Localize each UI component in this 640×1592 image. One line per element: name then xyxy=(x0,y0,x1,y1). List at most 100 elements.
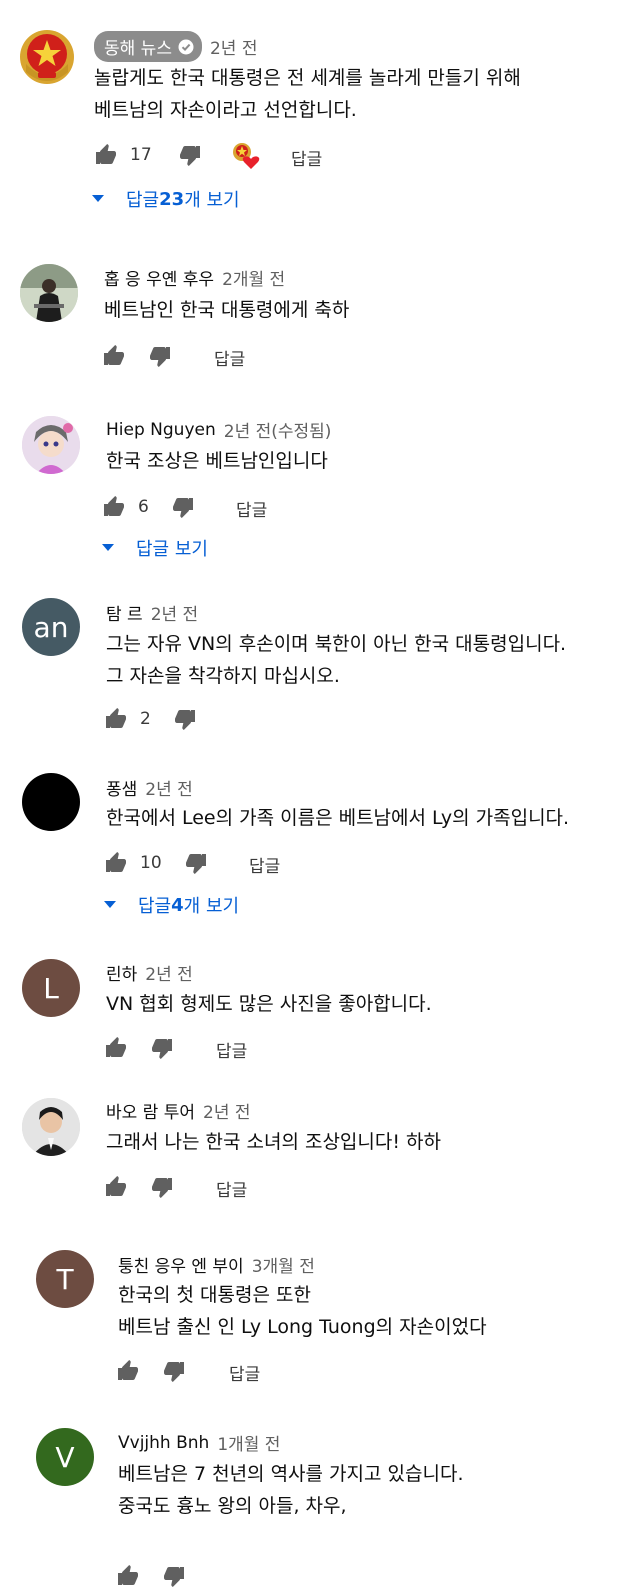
thumb-up-icon[interactable] xyxy=(102,495,126,519)
reply-button[interactable]: 답글 xyxy=(249,852,280,877)
author-name[interactable]: 퉁친 응우 엔 부이 xyxy=(118,1252,244,1277)
comment-time[interactable]: 1개월 전 xyxy=(217,1430,280,1455)
view-replies-label: 답글 xyxy=(138,896,172,917)
person-photo-avatar xyxy=(22,1098,80,1156)
creator-heart-icon xyxy=(230,140,260,170)
avatar-initial: V xyxy=(55,1440,75,1474)
comment-text: 베트남인 한국 대통령에게 축하 xyxy=(104,294,349,326)
reply-button[interactable]: 답글 xyxy=(229,1360,260,1385)
comment-actions xyxy=(104,1034,174,1062)
avatar[interactable]: V xyxy=(36,1428,94,1486)
comment-actions xyxy=(104,1173,174,1201)
avatar[interactable]: T xyxy=(36,1250,94,1308)
thumb-up-icon[interactable] xyxy=(102,344,126,368)
person-photo-avatar xyxy=(20,264,78,322)
author-name[interactable]: 바오 람 투어 xyxy=(106,1098,195,1123)
thumb-up-icon[interactable] xyxy=(104,851,128,875)
comment-time[interactable]: 2년 전 xyxy=(145,775,193,800)
thumb-down-icon[interactable] xyxy=(184,851,208,875)
avatar[interactable] xyxy=(22,773,80,831)
comment-time[interactable]: 2년 전 xyxy=(203,1098,251,1123)
comment-text: 한국의 첫 대통령은 또한 베트남 출신 인 Ly Long Tuong의 자손… xyxy=(118,1279,487,1343)
avatar[interactable] xyxy=(22,416,80,474)
thumb-down-icon[interactable] xyxy=(178,143,202,167)
avatar-initial: L xyxy=(43,971,59,1005)
like-count: 2 xyxy=(140,709,151,729)
comment-actions: 6 xyxy=(102,493,195,521)
comment-actions: 2 xyxy=(104,705,197,733)
thumb-up-icon[interactable] xyxy=(104,1175,128,1199)
reply-button[interactable]: 답글 xyxy=(216,1176,247,1201)
comment-line: 한국 조상은 베트남인입니다 xyxy=(106,450,328,472)
comment-line: 한국에서 Lee의 가족 이름은 베트남에서 Ly의 가족입니다. xyxy=(106,807,570,829)
thumb-down-icon[interactable] xyxy=(171,495,195,519)
comment-time[interactable]: 2개월 전 xyxy=(222,265,285,290)
thumb-down-icon[interactable] xyxy=(173,707,197,731)
comment-line: 중국도 흉노 왕의 아들, 차우, xyxy=(118,1495,347,1517)
comment-line: 그 자손을 착각하지 마십시오. xyxy=(106,665,340,687)
comment-text: 한국 조상은 베트남인입니다 xyxy=(106,445,328,477)
comment-thread: L 린하 2년 전 VN 협회 형제도 많은 사진을 좋아합니다. 답글 xyxy=(0,945,640,1085)
comment-header: 탐 르 2년 전 xyxy=(106,600,198,625)
comment-time[interactable]: 2년 전 xyxy=(151,600,199,625)
comment-thread: V Vvjjhh Bnh 1개월 전 베트남은 7 천년의 역사를 가지고 있습… xyxy=(0,1410,640,1592)
comment-time[interactable]: 2년 전 xyxy=(210,34,258,59)
author-name[interactable]: 퐁샘 xyxy=(106,775,137,800)
avatar[interactable] xyxy=(20,264,78,322)
comment-time[interactable]: 2년 전(수정됨) xyxy=(224,417,332,442)
view-replies-link[interactable]: 답글 보기 xyxy=(102,535,208,561)
author-chip[interactable]: 동해 뉴스 xyxy=(94,31,202,62)
view-replies-link[interactable]: 답글 23 개 보기 xyxy=(92,186,240,212)
reply-count: 23 xyxy=(159,188,185,210)
author-name[interactable]: 홉 응 우옌 후우 xyxy=(104,265,214,290)
author-name: 동해 뉴스 xyxy=(104,39,172,59)
avatar[interactable] xyxy=(18,28,76,86)
thumb-up-icon[interactable] xyxy=(104,1036,128,1060)
author-name[interactable]: 탐 르 xyxy=(106,600,143,625)
comment-actions: 10 xyxy=(104,849,208,877)
comment-thread: 바오 람 투어 2년 전 그래서 나는 한국 소녀의 조상입니다! 하하 답글 xyxy=(0,1085,640,1225)
like-count: 17 xyxy=(130,145,152,165)
author-name[interactable]: Vvjjhh Bnh xyxy=(118,1433,209,1453)
comment-text: 한국에서 Lee의 가족 이름은 베트남에서 Ly의 가족입니다. xyxy=(106,802,569,834)
comment-line: VN 협회 형제도 많은 사진을 좋아합니다. xyxy=(106,993,432,1015)
thumb-up-icon[interactable] xyxy=(94,143,118,167)
like-count: 6 xyxy=(138,497,149,517)
reply-button[interactable]: 답글 xyxy=(216,1037,247,1062)
author-name[interactable]: Hiep Nguyen xyxy=(106,420,216,440)
comment-text: 그래서 나는 한국 소녀의 조상입니다! 하하 xyxy=(106,1126,441,1158)
avatar[interactable]: L xyxy=(22,959,80,1017)
thumb-down-icon[interactable] xyxy=(162,1564,186,1588)
thumb-up-icon[interactable] xyxy=(116,1359,140,1383)
thumb-down-icon[interactable] xyxy=(150,1175,174,1199)
view-replies-link[interactable]: 답글 4개 보기 xyxy=(104,892,239,918)
expand-caret-icon xyxy=(102,544,114,551)
verified-check-icon xyxy=(178,39,194,54)
author-name[interactable]: 린하 xyxy=(106,960,137,985)
comment-line: 한국의 첫 대통령은 또한 xyxy=(118,1284,311,1306)
comment-line: 그래서 나는 한국 소녀의 조상입니다! 하하 xyxy=(106,1131,441,1153)
reply-count: 4 xyxy=(171,894,184,916)
comment-line: 베트남의 자손이라고 선언합니다. xyxy=(94,99,357,121)
expand-caret-icon xyxy=(92,195,104,202)
thumb-down-icon[interactable] xyxy=(148,344,172,368)
thumb-down-icon[interactable] xyxy=(150,1036,174,1060)
comment-line: 베트남인 한국 대통령에게 축하 xyxy=(104,299,350,321)
avatar[interactable] xyxy=(22,1098,80,1156)
comment-actions xyxy=(116,1562,186,1590)
reply-button[interactable]: 답글 xyxy=(236,496,267,521)
reply-button[interactable]: 답글 xyxy=(214,345,245,370)
thumb-down-icon[interactable] xyxy=(162,1359,186,1383)
avatar[interactable]: an xyxy=(22,598,80,656)
comment-time[interactable]: 2년 전 xyxy=(145,960,193,985)
thumb-up-icon[interactable] xyxy=(104,707,128,731)
comment-line: 그는 자유 VN의 후손이며 북한이 아닌 한국 대통령입니다. xyxy=(106,633,567,655)
view-replies-suffix: 개 보기 xyxy=(184,190,240,211)
comment-time[interactable]: 3개월 전 xyxy=(252,1252,315,1277)
comment-thread: T 퉁친 응우 엔 부이 3개월 전 한국의 첫 대통령은 또한 베트남 출신 … xyxy=(0,1225,640,1410)
comment-line: 베트남 출신 인 Ly Long Tuong의 자손이었다 xyxy=(118,1316,487,1338)
reply-button[interactable]: 답글 xyxy=(291,145,322,170)
comment-text: 그는 자유 VN의 후손이며 북한이 아닌 한국 대통령입니다. 그 자손을 착… xyxy=(106,628,566,692)
thumb-up-icon[interactable] xyxy=(116,1564,140,1588)
vietnam-emblem-avatar xyxy=(20,30,74,84)
